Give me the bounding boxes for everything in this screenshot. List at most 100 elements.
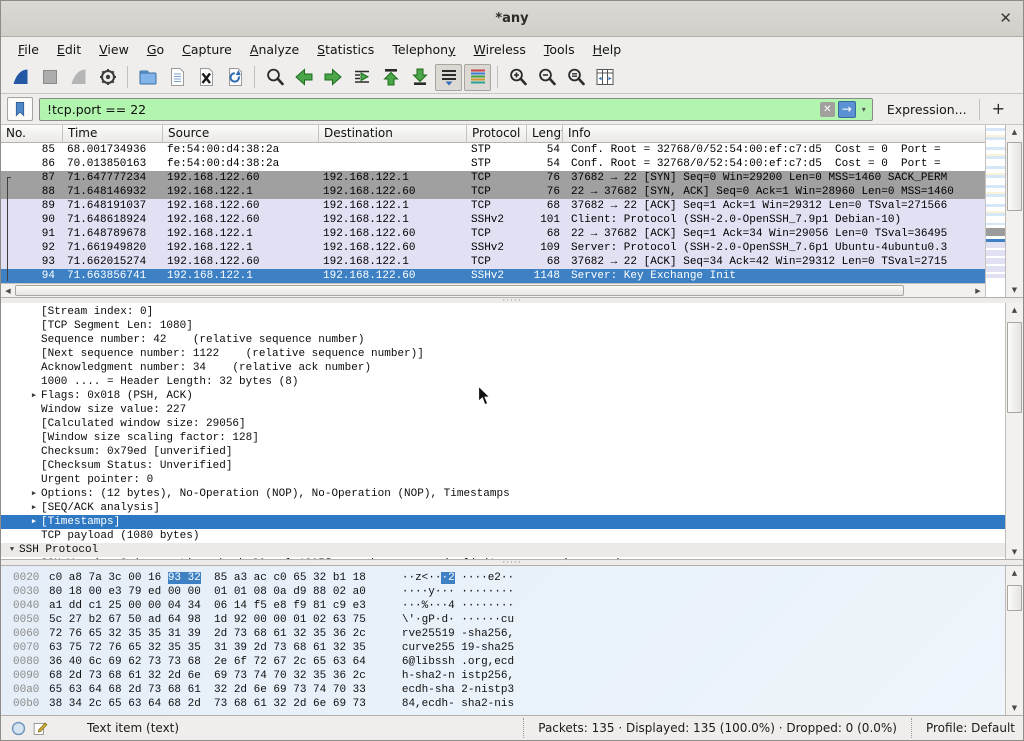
menu-item[interactable]: Help — [584, 39, 631, 60]
menu-item[interactable]: Statistics — [308, 39, 383, 60]
expression-button[interactable]: Expression... — [887, 102, 967, 117]
go-to-bottom-icon[interactable] — [406, 64, 433, 91]
column-time[interactable]: Time — [63, 125, 163, 142]
reload-file-icon[interactable] — [221, 64, 248, 91]
add-filter-button[interactable]: + — [979, 99, 1015, 120]
display-filter-input[interactable]: !tcp.port == 22 ✕ → ▾ — [39, 98, 873, 121]
vscroll-thumb[interactable] — [1007, 142, 1022, 211]
scroll-up-icon[interactable]: ▲ — [1006, 303, 1023, 317]
column-info[interactable]: Info — [563, 125, 985, 142]
menu-item[interactable]: File — [9, 39, 48, 60]
packet-row[interactable]: 89 71.648191037 192.168.122.60 192.168.1… — [1, 199, 985, 213]
start-capture-icon[interactable] — [7, 64, 34, 91]
packet-row[interactable]: 91 71.648789678 192.168.122.1 192.168.12… — [1, 227, 985, 241]
hex-row[interactable]: 0080 36 40 6c 69 62 73 73 68 2e 6f 72 67… — [1, 655, 1005, 669]
packet-list-vscrollbar[interactable]: ▲ ▼ — [1005, 125, 1023, 297]
scroll-down-icon[interactable]: ▼ — [1006, 283, 1023, 297]
zoom-out-icon[interactable] — [533, 64, 560, 91]
column-source[interactable]: Source — [163, 125, 319, 142]
expand-arrow-icon[interactable]: ▶ — [27, 487, 41, 501]
hex-row[interactable]: 0090 68 2d 73 68 61 32 2d 6e 69 73 74 70… — [1, 669, 1005, 683]
close-file-icon[interactable] — [192, 64, 219, 91]
hex-row[interactable]: 0050 5c 27 b2 67 50 ad 64 98 1d 92 00 00… — [1, 613, 1005, 627]
titlebar[interactable]: *any ✕ — [1, 1, 1023, 37]
hex-vscrollbar[interactable]: ▲ ▼ — [1005, 566, 1023, 715]
hex-row[interactable]: 0020 c0 a8 7a 3c 00 16 93 32 85 a3 ac c0… — [1, 571, 1005, 585]
menu-item[interactable]: Telephony — [383, 39, 464, 60]
clear-filter-icon[interactable]: ✕ — [820, 102, 835, 117]
menu-item[interactable]: Go — [138, 39, 173, 60]
apply-filter-icon[interactable]: → — [838, 101, 856, 118]
restart-capture-icon[interactable] — [65, 64, 92, 91]
packet-row[interactable]: 86 70.013850163 fe:54:00:d4:38:2a STP 54… — [1, 157, 985, 171]
detail-line[interactable]: [TCP Segment Len: 1080] — [1, 319, 1005, 333]
menu-item[interactable]: Analyze — [241, 39, 308, 60]
packet-row[interactable]: 88 71.648146932 192.168.122.1 192.168.12… — [1, 185, 985, 199]
column-length[interactable]: Length — [527, 125, 563, 142]
packet-minimap[interactable] — [985, 125, 1005, 297]
detail-line[interactable]: Sequence number: 42 (relative sequence n… — [1, 333, 1005, 347]
packet-row[interactable]: 87 71.647777234 192.168.122.60 192.168.1… — [1, 171, 985, 185]
open-file-icon[interactable] — [134, 64, 161, 91]
zoom-original-icon[interactable] — [562, 64, 589, 91]
detail-line[interactable]: Urgent pointer: 0 — [1, 473, 1005, 487]
column-protocol[interactable]: Protocol — [467, 125, 527, 142]
packet-row[interactable]: 93 71.662015274 192.168.122.60 192.168.1… — [1, 255, 985, 269]
detail-line[interactable]: [Checksum Status: Unverified] — [1, 459, 1005, 473]
detail-line[interactable]: ▶ [Timestamps] — [1, 515, 1005, 529]
expert-info-icon[interactable] — [7, 718, 29, 738]
find-packet-icon[interactable] — [261, 64, 288, 91]
go-to-top-icon[interactable] — [377, 64, 404, 91]
column-no[interactable]: No. — [1, 125, 63, 142]
hex-row[interactable]: 0060 72 76 65 32 35 35 31 39 2d 73 68 61… — [1, 627, 1005, 641]
capture-options-icon[interactable] — [94, 64, 121, 91]
hscroll-thumb[interactable] — [15, 285, 904, 296]
menu-item[interactable]: Capture — [173, 39, 241, 60]
packet-row[interactable]: 90 71.648618924 192.168.122.60 192.168.1… — [1, 213, 985, 227]
zoom-in-icon[interactable] — [504, 64, 531, 91]
scroll-up-icon[interactable]: ▲ — [1006, 125, 1023, 139]
packet-row[interactable]: 85 68.001734936 fe:54:00:d4:38:2a STP 54… — [1, 143, 985, 157]
detail-line[interactable]: [Next sequence number: 1122 (relative se… — [1, 347, 1005, 361]
detail-line[interactable]: Acknowledgment number: 34 (relative ack … — [1, 361, 1005, 375]
scroll-left-icon[interactable]: ◀ — [1, 284, 15, 297]
detail-line[interactable]: TCP payload (1080 bytes) — [1, 529, 1005, 543]
packet-row[interactable]: 92 71.661949820 192.168.122.1 192.168.12… — [1, 241, 985, 255]
save-file-icon[interactable] — [163, 64, 190, 91]
capture-comment-icon[interactable] — [29, 718, 51, 738]
detail-line[interactable]: ▶ Options: (12 bytes), No-Operation (NOP… — [1, 487, 1005, 501]
menu-item[interactable]: View — [90, 39, 138, 60]
detail-line[interactable]: 1000 .... = Header Length: 32 bytes (8) — [1, 375, 1005, 389]
close-icon[interactable]: ✕ — [999, 10, 1012, 27]
profile-status[interactable]: Profile: Default — [911, 718, 1017, 738]
resize-columns-icon[interactable] — [591, 64, 618, 91]
expand-arrow-icon[interactable]: ▶ — [27, 515, 41, 529]
hex-row[interactable]: 0070 63 75 72 76 65 32 35 35 31 39 2d 73… — [1, 641, 1005, 655]
hex-row[interactable]: 0040 a1 dd c1 25 00 00 04 34 06 14 f5 e8… — [1, 599, 1005, 613]
detail-line[interactable]: Checksum: 0x79ed [unverified] — [1, 445, 1005, 459]
colorize-packets-icon[interactable] — [464, 64, 491, 91]
scroll-right-icon[interactable]: ▶ — [971, 284, 985, 297]
detail-line[interactable]: ▶ [SEQ/ACK analysis] — [1, 501, 1005, 515]
hex-row[interactable]: 00a0 65 63 64 68 2d 73 68 61 32 2d 6e 69… — [1, 683, 1005, 697]
hex-row[interactable]: 0030 80 18 00 e3 79 ed 00 00 01 01 08 0a… — [1, 585, 1005, 599]
column-destination[interactable]: Destination — [319, 125, 467, 142]
menu-item[interactable]: Edit — [48, 39, 90, 60]
vscroll-thumb[interactable] — [1007, 585, 1022, 612]
detail-line[interactable]: ▶ Flags: 0x018 (PSH, ACK) — [1, 389, 1005, 403]
expand-arrow-icon[interactable]: ▶ — [27, 389, 41, 403]
menu-item[interactable]: Tools — [535, 39, 584, 60]
go-to-packet-icon[interactable] — [348, 64, 375, 91]
expand-arrow-icon[interactable]: ▼ — [5, 543, 19, 557]
menu-item[interactable]: Wireless — [465, 39, 535, 60]
scroll-down-icon[interactable]: ▼ — [1006, 701, 1023, 715]
stop-capture-icon[interactable] — [36, 64, 63, 91]
filter-bookmark-button[interactable] — [7, 97, 33, 121]
vscroll-thumb[interactable] — [1007, 322, 1022, 413]
filter-dropdown-icon[interactable]: ▾ — [859, 105, 869, 114]
auto-scroll-icon[interactable] — [435, 64, 462, 91]
detail-line[interactable]: [Window size scaling factor: 128] — [1, 431, 1005, 445]
detail-line[interactable]: [Calculated window size: 29056] — [1, 417, 1005, 431]
scroll-up-icon[interactable]: ▲ — [1006, 566, 1023, 580]
go-back-icon[interactable] — [290, 64, 317, 91]
